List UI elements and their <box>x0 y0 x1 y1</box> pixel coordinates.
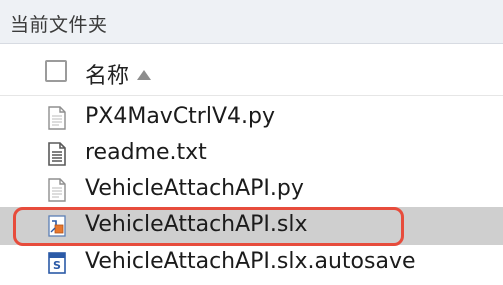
file-row-px4mavctrlv4-py[interactable]: PX4MavCtrlV4.py <box>0 98 503 138</box>
selection-highlight-outline <box>13 207 404 246</box>
file-name: PX4MavCtrlV4.py <box>85 104 275 129</box>
file-row-vehicleattachapi-py[interactable]: VehicleAttachAPI.py <box>0 170 503 210</box>
autosave-file-icon: S <box>48 252 66 274</box>
file-name: readme.txt <box>85 140 207 165</box>
text-file-icon <box>48 142 66 166</box>
file-name: VehicleAttachAPI.slx.autosave <box>85 249 416 274</box>
column-name-label: 名称 <box>85 64 130 89</box>
select-all-checkbox[interactable] <box>45 60 67 82</box>
column-header-row <box>0 44 503 96</box>
sort-ascending-icon <box>137 70 152 80</box>
column-header-name[interactable]: 名称 <box>85 58 152 90</box>
file-row-vehicleattachapi-slx-autosave[interactable]: S VehicleAttachAPI.slx.autosave <box>0 245 503 285</box>
current-folder-header: 当前文件夹 <box>0 0 503 44</box>
svg-text:S: S <box>53 259 61 272</box>
file-row-readme-txt[interactable]: readme.txt <box>0 134 503 174</box>
file-name: VehicleAttachAPI.py <box>85 176 304 201</box>
python-file-icon <box>48 106 66 130</box>
python-file-icon <box>48 178 66 202</box>
panel-title: 当前文件夹 <box>10 14 108 36</box>
